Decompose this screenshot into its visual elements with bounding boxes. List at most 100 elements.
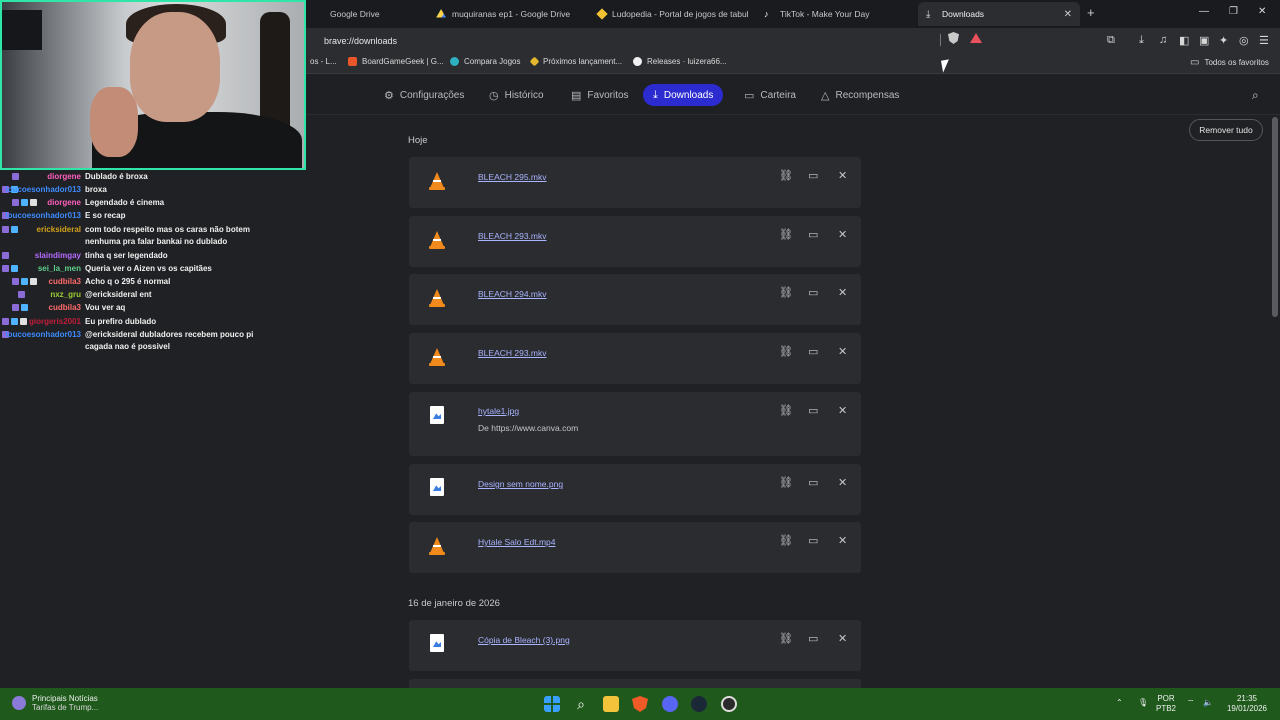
bookmark-item[interactable]: Releases · luizera66... [633, 57, 727, 66]
download-filename[interactable]: BLEACH 293.mkv [478, 348, 547, 358]
brave-rewards-icon[interactable] [970, 33, 982, 43]
tab-downloads[interactable]: ⤓ Downloads ✕ [918, 2, 1080, 26]
folder-icon[interactable]: ▭ [808, 345, 818, 358]
close-icon[interactable]: ✕ [838, 286, 847, 299]
music-icon[interactable]: ♫ [1159, 34, 1167, 46]
download-item[interactable]: Cópia de Bleach (3).png ⛓ ▭ ✕ [409, 620, 861, 671]
discord-icon[interactable] [662, 696, 678, 712]
copy-link-icon[interactable]: ⛓ [779, 534, 793, 547]
copy-link-icon[interactable]: ⛓ [779, 228, 793, 241]
nav-favoritos[interactable]: ▤ Favoritos [561, 84, 639, 106]
chat-username[interactable]: diorgene [47, 172, 81, 182]
folder-icon[interactable]: ▭ [808, 534, 818, 547]
search-icon[interactable]: ⌕ [573, 696, 589, 712]
minimize-button[interactable]: — [1199, 6, 1209, 17]
bookmark-item[interactable]: os - L... [310, 57, 337, 66]
download-filename[interactable]: Cópia de Bleach (3).png [478, 635, 570, 645]
remove-all-button[interactable]: Remover tudo [1189, 119, 1263, 141]
tab-google-drive[interactable]: Google Drive [306, 2, 426, 26]
wallet-icon[interactable]: ▣ [1199, 34, 1209, 47]
download-item[interactable]: BLEACH 293.mkv ⛓ ▭ ✕ [409, 333, 861, 384]
steam-icon[interactable] [691, 696, 707, 712]
chat-username[interactable]: loucoesonhador013 [5, 211, 81, 221]
screenshot-icon[interactable]: ⧉ [1107, 34, 1115, 47]
search-icon[interactable]: ⌕ [1252, 88, 1259, 103]
nav-configuracoes[interactable]: ⚙ Configurações [374, 84, 474, 106]
close-icon[interactable]: ✕ [838, 228, 847, 241]
leo-icon[interactable]: ✦ [1219, 34, 1228, 47]
copy-link-icon[interactable]: ⛓ [779, 286, 793, 299]
chat-username[interactable]: diorgene [47, 198, 81, 208]
brave-icon[interactable] [632, 696, 648, 712]
news-widget[interactable]: Principais Notícias Tarifas de Trump... [12, 694, 98, 712]
all-bookmarks[interactable]: ▭ Todos os favoritos [1190, 57, 1269, 68]
download-item[interactable]: BLEACH 293.mkv ⛓ ▭ ✕ [409, 216, 861, 267]
folder-icon[interactable]: ▭ [808, 169, 818, 182]
chat-username[interactable]: cudbila3 [49, 277, 81, 287]
nav-carteira[interactable]: ▭ Carteira [734, 84, 806, 106]
close-icon[interactable]: ✕ [838, 404, 847, 417]
menu-icon[interactable]: ☰ [1259, 34, 1269, 47]
download-icon[interactable]: ⤓ [1139, 34, 1144, 47]
chevron-up-icon[interactable]: ⌃ [1116, 698, 1123, 708]
chat-username[interactable]: loucoesonhador013 [5, 330, 81, 340]
start-icon[interactable] [544, 696, 560, 712]
download-item[interactable]: BLEACH 295.mkv ⛓ ▭ ✕ [409, 157, 861, 208]
folder-icon[interactable]: ▭ [808, 404, 818, 417]
bookmark-item[interactable]: Próximos lançament... [529, 56, 622, 67]
bookmark-item[interactable]: BoardGameGeek | G... [348, 57, 444, 66]
chat-username[interactable]: slaindimgay [35, 251, 81, 261]
copy-link-icon[interactable]: ⛓ [779, 632, 793, 645]
tab-tiktok[interactable]: ♪ TikTok - Make Your Day [756, 2, 916, 26]
wifi-icon[interactable]: ⌔ [1187, 698, 1195, 708]
close-icon[interactable]: ✕ [838, 476, 847, 489]
chat-username[interactable]: nxz_gru [50, 290, 81, 300]
copy-link-icon[interactable]: ⛓ [779, 345, 793, 358]
clock[interactable]: 21:35 19/01/2026 [1224, 694, 1270, 714]
address-bar[interactable]: brave://downloads [312, 31, 992, 50]
new-tab-button[interactable]: + [1087, 5, 1095, 20]
close-icon[interactable]: ✕ [838, 169, 847, 182]
download-item[interactable] [409, 679, 861, 688]
copy-link-icon[interactable]: ⛓ [779, 404, 793, 417]
tab-ludopedia[interactable]: Ludopedia - Portal de jogos de tabul [590, 2, 750, 26]
download-item[interactable]: Hytale Salo Edt.mp4 ⛓ ▭ ✕ [409, 522, 861, 573]
chat-username[interactable]: sei_la_men [38, 264, 81, 274]
nav-recompensas[interactable]: △ Recompensas [811, 84, 909, 106]
folder-icon[interactable]: ▭ [808, 228, 818, 241]
bookmark-item[interactable]: Compara Jogos [450, 57, 520, 66]
download-filename[interactable]: BLEACH 295.mkv [478, 172, 547, 182]
nav-downloads[interactable]: ⤓ Downloads [643, 84, 724, 106]
close-icon[interactable]: ✕ [838, 345, 847, 358]
download-filename[interactable]: BLEACH 293.mkv [478, 231, 547, 241]
language-indicator[interactable]: POR PTB2 [1156, 694, 1176, 714]
download-filename[interactable]: hytale1.jpg [478, 406, 519, 416]
download-item[interactable]: Design sem nome.png ⛓ ▭ ✕ [409, 464, 861, 515]
microphone-icon[interactable]: 🎙 [1138, 698, 1148, 708]
maximize-button[interactable]: ❐ [1229, 6, 1238, 17]
sidebar-icon[interactable]: ◧ [1179, 34, 1189, 47]
obs-icon[interactable] [721, 696, 737, 712]
folder-icon[interactable]: ▭ [808, 286, 818, 299]
tab-muquiranas[interactable]: muquiranas ep1 - Google Drive [428, 2, 588, 26]
nav-historico[interactable]: ◷ Histórico [479, 84, 554, 106]
chat-username[interactable]: giorgeris2001 [29, 317, 81, 327]
close-icon[interactable]: ✕ [838, 534, 847, 547]
download-item[interactable]: hytale1.jpg De https://www.canva.com ⛓ ▭… [409, 392, 861, 456]
copy-link-icon[interactable]: ⛓ [779, 476, 793, 489]
close-window-button[interactable]: ✕ [1258, 6, 1266, 17]
download-filename[interactable]: BLEACH 294.mkv [478, 289, 547, 299]
folder-icon[interactable]: ▭ [808, 632, 818, 645]
download-filename[interactable]: Design sem nome.png [478, 479, 563, 489]
file-explorer-icon[interactable] [603, 696, 619, 712]
download-filename[interactable]: Hytale Salo Edt.mp4 [478, 537, 555, 547]
volume-icon[interactable]: 🔈 [1203, 698, 1213, 708]
chat-username[interactable]: loucoesonhador013 [5, 185, 81, 195]
close-tab-icon[interactable]: ✕ [1064, 9, 1072, 20]
copy-link-icon[interactable]: ⛓ [779, 169, 793, 182]
vpn-icon[interactable]: ◎ [1239, 34, 1249, 47]
close-icon[interactable]: ✕ [838, 632, 847, 645]
scrollbar[interactable] [1272, 117, 1278, 317]
chat-username[interactable]: cudbila3 [49, 303, 81, 313]
folder-icon[interactable]: ▭ [808, 476, 818, 489]
